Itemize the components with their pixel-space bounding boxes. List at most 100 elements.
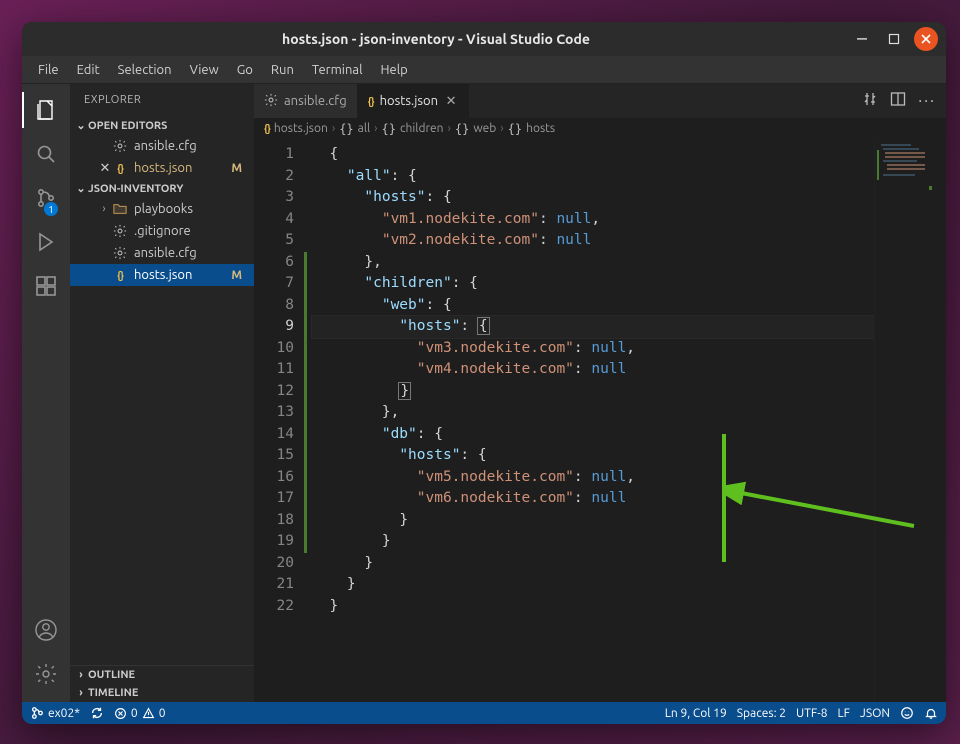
code-line[interactable]: }, bbox=[312, 402, 874, 424]
menu-go[interactable]: Go bbox=[229, 60, 261, 80]
status-lncol[interactable]: Ln 9, Col 19 bbox=[665, 707, 727, 720]
status-sync[interactable] bbox=[90, 706, 104, 720]
outline-header[interactable]: › OUTLINE bbox=[70, 666, 254, 684]
line-number[interactable]: 13 bbox=[254, 402, 294, 424]
menu-edit[interactable]: Edit bbox=[69, 60, 108, 80]
line-number[interactable]: 10 bbox=[254, 338, 294, 360]
line-number[interactable]: 5 bbox=[254, 230, 294, 252]
line-number[interactable]: 22 bbox=[254, 596, 294, 618]
tree-folder[interactable]: ›playbooks bbox=[70, 198, 254, 220]
code-line[interactable]: }, bbox=[312, 252, 874, 274]
tab-ansible-cfg[interactable]: ansible.cfg bbox=[254, 84, 358, 118]
status-encoding[interactable]: UTF-8 bbox=[796, 707, 827, 720]
status-problems[interactable]: 0 0 bbox=[114, 707, 166, 720]
line-number[interactable]: 3 bbox=[254, 187, 294, 209]
breadcrumb-item[interactable]: { }hosts.json bbox=[264, 122, 328, 135]
tree-file[interactable]: { }hosts.jsonM bbox=[70, 264, 254, 286]
line-number[interactable]: 2 bbox=[254, 166, 294, 188]
code-line[interactable]: "hosts": { bbox=[312, 187, 874, 209]
code-line[interactable]: "vm1.nodekite.com": null, bbox=[312, 209, 874, 231]
breadcrumb-item[interactable]: {}web bbox=[455, 122, 496, 136]
close-icon[interactable]: ✕ bbox=[98, 161, 112, 176]
status-remote[interactable]: ex02* bbox=[30, 706, 80, 720]
close-button[interactable] bbox=[914, 27, 938, 51]
vertical-scrollbar[interactable] bbox=[934, 140, 946, 702]
code-line[interactable]: "vm4.nodekite.com": null bbox=[312, 359, 874, 381]
code-line[interactable]: { bbox=[312, 144, 874, 166]
code-line[interactable]: } bbox=[312, 531, 874, 553]
tab-hosts-json[interactable]: { }hosts.json✕ bbox=[358, 84, 469, 118]
line-number[interactable]: 17 bbox=[254, 488, 294, 510]
tree-file[interactable]: .gitignore bbox=[70, 220, 254, 242]
status-eol[interactable]: LF bbox=[838, 707, 850, 720]
timeline-header[interactable]: › TIMELINE bbox=[70, 684, 254, 702]
open-editors-header[interactable]: ⌄ OPEN EDITORS bbox=[70, 116, 254, 135]
breadcrumbs[interactable]: { }hosts.json›{}all›{}children›{}web›{}h… bbox=[254, 118, 946, 140]
status-feedback-icon[interactable] bbox=[900, 706, 914, 720]
line-number[interactable]: 18 bbox=[254, 510, 294, 532]
activity-scm[interactable]: 1 bbox=[22, 176, 70, 220]
code-line[interactable]: "db": { bbox=[312, 424, 874, 446]
line-number[interactable]: 15 bbox=[254, 445, 294, 467]
line-number[interactable]: 6 bbox=[254, 252, 294, 274]
code-line[interactable]: } bbox=[312, 574, 874, 596]
line-number[interactable]: 21 bbox=[254, 574, 294, 596]
line-number[interactable]: 9 bbox=[254, 316, 294, 338]
status-lang[interactable]: JSON bbox=[860, 707, 890, 720]
line-number[interactable]: 20 bbox=[254, 553, 294, 575]
code-area[interactable]: { "all": { "hosts": { "vm1.nodekite.com"… bbox=[304, 140, 874, 702]
code-line[interactable]: } bbox=[312, 553, 874, 575]
menu-terminal[interactable]: Terminal bbox=[304, 60, 371, 80]
status-spaces[interactable]: Spaces: 2 bbox=[737, 707, 786, 720]
folder-header[interactable]: ⌄ JSON-INVENTORY bbox=[70, 179, 254, 198]
activity-explorer[interactable] bbox=[22, 88, 70, 132]
activity-settings[interactable] bbox=[22, 652, 70, 696]
open-editor-item[interactable]: ✕{ }hosts.jsonM bbox=[70, 157, 254, 179]
activity-account[interactable] bbox=[22, 608, 70, 652]
menu-file[interactable]: File bbox=[30, 60, 67, 80]
activity-extensions[interactable] bbox=[22, 264, 70, 308]
line-number[interactable]: 11 bbox=[254, 359, 294, 381]
menu-help[interactable]: Help bbox=[372, 60, 415, 80]
line-gutter[interactable]: 12345678910111213141516171819202122 bbox=[254, 140, 304, 702]
code-line[interactable]: } bbox=[312, 381, 874, 403]
menu-selection[interactable]: Selection bbox=[110, 60, 180, 80]
line-number[interactable]: 14 bbox=[254, 424, 294, 446]
breadcrumb-item[interactable]: {}hosts bbox=[508, 122, 555, 136]
code-line[interactable]: "vm6.nodekite.com": null bbox=[312, 488, 874, 510]
maximize-button[interactable] bbox=[882, 27, 906, 51]
compare-changes-icon[interactable] bbox=[862, 91, 878, 111]
code-line[interactable]: "web": { bbox=[312, 295, 874, 317]
editor[interactable]: 12345678910111213141516171819202122 { "a… bbox=[254, 140, 946, 702]
minimize-button[interactable] bbox=[850, 27, 874, 51]
code-line[interactable]: "all": { bbox=[312, 166, 874, 188]
breadcrumb-item[interactable]: {}children bbox=[382, 122, 444, 136]
line-number[interactable]: 16 bbox=[254, 467, 294, 489]
code-line[interactable]: "vm2.nodekite.com": null bbox=[312, 230, 874, 252]
code-line[interactable]: "hosts": { bbox=[312, 316, 874, 338]
open-editor-item[interactable]: ansible.cfg bbox=[70, 135, 254, 157]
code-line[interactable]: } bbox=[312, 596, 874, 618]
minimap[interactable] bbox=[874, 140, 934, 702]
breadcrumb-item[interactable]: {}all bbox=[339, 122, 370, 136]
activity-search[interactable] bbox=[22, 132, 70, 176]
more-actions-icon[interactable]: ··· bbox=[918, 92, 936, 110]
line-number[interactable]: 4 bbox=[254, 209, 294, 231]
line-number[interactable]: 12 bbox=[254, 381, 294, 403]
code-line[interactable]: "hosts": { bbox=[312, 445, 874, 467]
code-line[interactable]: "vm3.nodekite.com": null, bbox=[312, 338, 874, 360]
menu-run[interactable]: Run bbox=[263, 60, 302, 80]
line-number[interactable]: 7 bbox=[254, 273, 294, 295]
line-number[interactable]: 8 bbox=[254, 295, 294, 317]
code-line[interactable]: "vm5.nodekite.com": null, bbox=[312, 467, 874, 489]
line-number[interactable]: 1 bbox=[254, 144, 294, 166]
tree-file[interactable]: ansible.cfg bbox=[70, 242, 254, 264]
code-line[interactable]: "children": { bbox=[312, 273, 874, 295]
line-number[interactable]: 19 bbox=[254, 531, 294, 553]
split-editor-icon[interactable] bbox=[890, 91, 906, 111]
code-line[interactable]: } bbox=[312, 510, 874, 532]
status-bell-icon[interactable] bbox=[924, 706, 938, 720]
close-icon[interactable]: ✕ bbox=[444, 94, 458, 108]
activity-run[interactable] bbox=[22, 220, 70, 264]
menu-view[interactable]: View bbox=[182, 60, 227, 80]
